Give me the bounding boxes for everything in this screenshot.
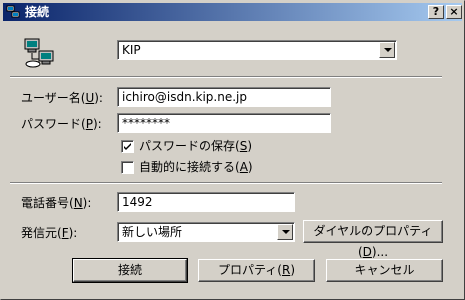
phone-label: 電話番号(N): (21, 196, 92, 210)
window-title: 接続 (25, 5, 50, 19)
username-value: ichiro@isdn.kip.ne.jp (122, 90, 247, 104)
dial-from-label: 発信元(F): (21, 226, 78, 240)
title-bar[interactable]: 接続 ? × (3, 3, 462, 21)
properties-button[interactable]: プロパティ(R) (198, 259, 315, 282)
connection-select[interactable]: KIP (117, 40, 397, 60)
close-button[interactable]: × (446, 5, 462, 19)
connect-dialog: 接続 ? × KIP ユーザー名(U): ichiro@isdn.kip.ne.… (0, 0, 465, 300)
save-password-checkbox[interactable] (121, 140, 134, 153)
auto-connect-label[interactable]: 自動的に接続する(A) (139, 159, 253, 175)
dialing-properties-button[interactable]: ダイヤルのプロパティ(D)... (303, 220, 443, 259)
password-value: ******** (122, 116, 170, 130)
dialup-connection-icon (24, 38, 54, 68)
checkmark-icon (124, 143, 131, 150)
connect-button[interactable]: 接続 (72, 258, 188, 283)
auto-connect-checkbox[interactable] (121, 161, 134, 174)
save-password-label[interactable]: パスワードの保存(S) (139, 138, 252, 154)
username-field[interactable]: ichiro@isdn.kip.ne.jp (117, 87, 331, 107)
phone-number-field[interactable]: 1492 (117, 192, 295, 212)
separator-2 (10, 182, 442, 184)
separator-1 (10, 76, 442, 78)
username-label: ユーザー名(U): (21, 91, 103, 105)
password-label: パスワード(P): (21, 117, 102, 131)
help-button[interactable]: ? (428, 5, 444, 19)
connection-selected-value: KIP (122, 43, 141, 57)
chevron-down-icon[interactable] (277, 224, 293, 240)
phone-number-value: 1492 (122, 195, 153, 209)
network-icon (6, 5, 20, 18)
password-field[interactable]: ******** (117, 113, 331, 133)
dial-from-value: 新しい場所 (122, 225, 183, 239)
chevron-down-icon[interactable] (379, 42, 395, 58)
cancel-button[interactable]: キャンセル (326, 259, 443, 282)
dial-from-select[interactable]: 新しい場所 (117, 222, 295, 242)
